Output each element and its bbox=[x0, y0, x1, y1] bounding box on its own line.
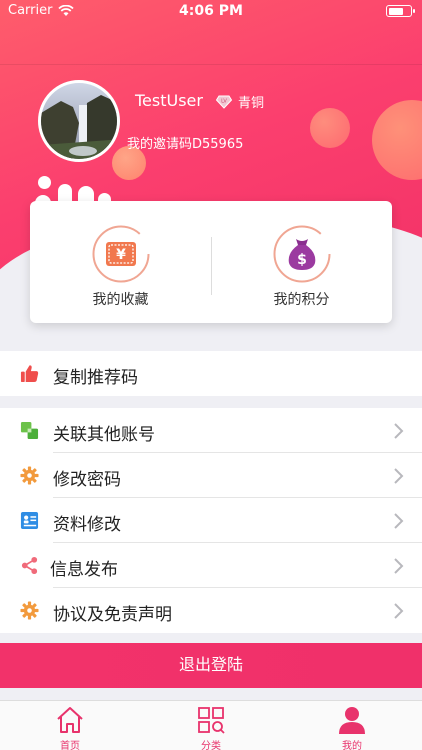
person-icon bbox=[339, 707, 365, 734]
points-button[interactable]: $ 我的积分 bbox=[211, 225, 392, 309]
tab-bar: 首页 分类 我的 bbox=[0, 700, 422, 750]
rank-label: 青铜 bbox=[238, 96, 265, 111]
status-bar: Carrier 4:06 PM bbox=[0, 0, 422, 22]
svg-text:LV: LV bbox=[221, 98, 227, 104]
chevron-right-icon bbox=[394, 468, 404, 484]
favorites-label: 我的收藏 bbox=[92, 292, 149, 308]
nav-divider bbox=[0, 64, 422, 65]
tab-label: 分类 bbox=[201, 741, 221, 750]
menu-label: 资料修改 bbox=[53, 515, 121, 535]
gear-icon bbox=[20, 601, 39, 620]
profile-card-icon bbox=[20, 511, 39, 530]
tab-label: 首页 bbox=[60, 741, 80, 750]
copy-code-section: 复制推荐码 bbox=[0, 351, 422, 396]
decor-drip bbox=[38, 176, 51, 189]
favorites-button[interactable]: ¥ 我的收藏 bbox=[30, 225, 211, 309]
chevron-right-icon bbox=[394, 558, 404, 574]
rank-badge: LV 青铜 bbox=[216, 92, 264, 111]
decor-bubble bbox=[310, 108, 350, 148]
chevron-right-icon bbox=[394, 603, 404, 619]
battery-icon bbox=[386, 5, 415, 17]
gear-icon bbox=[20, 466, 39, 485]
tab-mine[interactable]: 我的 bbox=[282, 701, 422, 750]
avatar[interactable] bbox=[38, 80, 120, 162]
menu-row-edit-profile[interactable]: 资料修改 bbox=[0, 498, 422, 543]
menu-label: 信息发布 bbox=[50, 560, 118, 580]
avatar-image bbox=[41, 83, 117, 159]
tab-label: 我的 bbox=[342, 741, 362, 750]
link-accounts-icon bbox=[20, 421, 39, 440]
svg-text:$: $ bbox=[297, 252, 307, 268]
thumbs-up-icon bbox=[20, 365, 39, 383]
tab-category[interactable]: 分类 bbox=[141, 701, 281, 750]
menu-row-agreement[interactable]: 协议及免责声明 bbox=[0, 588, 422, 633]
diamond-icon: LV bbox=[216, 95, 232, 109]
logout-button[interactable]: 退出登陆 bbox=[0, 643, 422, 688]
favorites-icon: ¥ bbox=[92, 225, 150, 283]
share-icon bbox=[21, 556, 38, 575]
copy-referral-code-label: 复制推荐码 bbox=[53, 368, 138, 388]
menu-row-publish-info[interactable]: 信息发布 bbox=[0, 543, 422, 588]
menu-label: 修改密码 bbox=[53, 470, 121, 490]
settings-list: 关联其他账号 修改密码 资料修改 信息发布 协议及免责声明 bbox=[0, 408, 422, 633]
clock: 4:06 PM bbox=[179, 3, 243, 19]
quick-actions-card: ¥ 我的收藏 $ 我的积分 bbox=[30, 201, 392, 323]
category-icon bbox=[198, 707, 225, 734]
menu-row-link-accounts[interactable]: 关联其他账号 bbox=[0, 408, 422, 453]
money-bag-icon: $ bbox=[273, 225, 331, 283]
invite-code: 我的邀请码D55965 bbox=[127, 137, 244, 152]
menu-label: 关联其他账号 bbox=[53, 425, 155, 445]
home-icon bbox=[57, 707, 83, 733]
menu-label: 协议及免责声明 bbox=[53, 605, 172, 625]
chevron-right-icon bbox=[394, 513, 404, 529]
menu-row-change-password[interactable]: 修改密码 bbox=[0, 453, 422, 498]
copy-referral-code-row[interactable]: 复制推荐码 bbox=[0, 351, 422, 396]
username: TestUser bbox=[135, 91, 203, 110]
svg-text:¥: ¥ bbox=[116, 247, 126, 263]
points-label: 我的积分 bbox=[273, 292, 330, 308]
decor-bubble bbox=[372, 100, 422, 180]
chevron-right-icon bbox=[394, 423, 404, 439]
tab-home[interactable]: 首页 bbox=[0, 701, 140, 750]
